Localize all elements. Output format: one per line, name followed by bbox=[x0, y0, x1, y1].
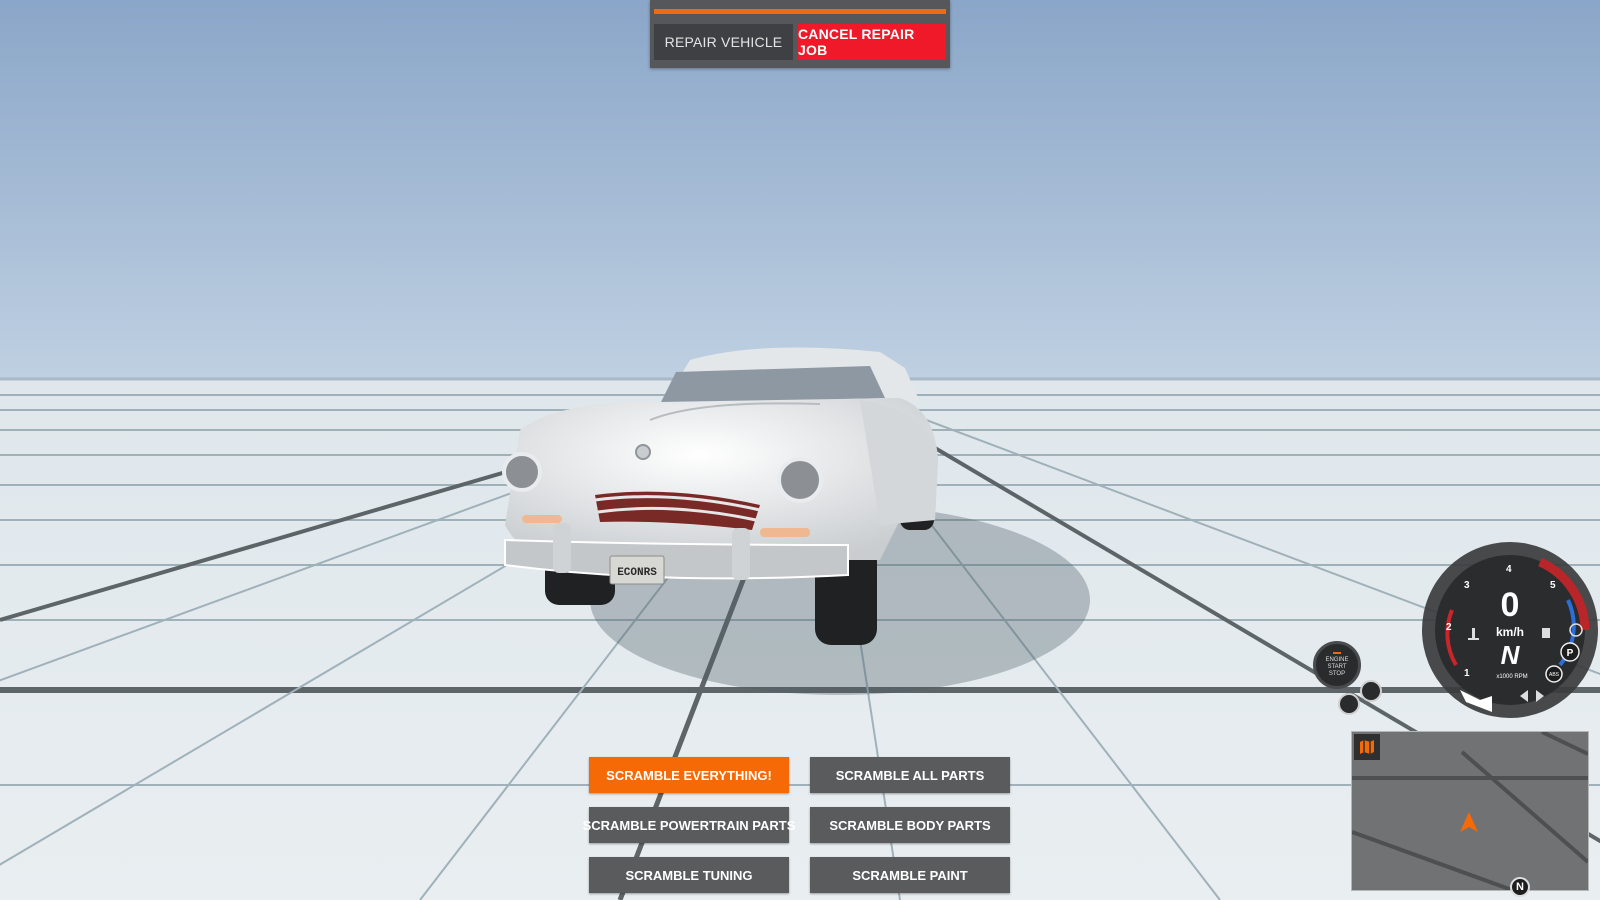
engine-label-3: STOP bbox=[1328, 671, 1346, 677]
speed-unit: km/h bbox=[1496, 625, 1524, 639]
rpm-unit: x1000 RPM bbox=[1496, 674, 1527, 680]
engine-indicator bbox=[1333, 652, 1341, 654]
minimap[interactable] bbox=[1351, 731, 1589, 891]
rpm-tick-2: 2 bbox=[1446, 622, 1452, 633]
repair-vehicle-button[interactable]: REPAIR VEHICLE bbox=[654, 24, 793, 60]
speed-readout: 0 bbox=[1501, 586, 1520, 624]
scramble-tuning-button[interactable]: SCRAMBLE TUNING bbox=[589, 857, 789, 893]
compass-north-badge: N bbox=[1510, 877, 1530, 897]
lock-icon[interactable] bbox=[1360, 680, 1382, 702]
gear-indicator: N bbox=[1501, 640, 1521, 670]
person-icon[interactable] bbox=[1338, 693, 1360, 715]
rpm-tick-3: 3 bbox=[1464, 580, 1470, 591]
engine-label-2: START bbox=[1327, 664, 1347, 670]
parking-brake-label: P bbox=[1567, 648, 1574, 659]
map-icon[interactable] bbox=[1354, 734, 1380, 760]
scramble-body-parts-button[interactable]: SCRAMBLE BODY PARTS bbox=[810, 807, 1010, 843]
fuel-icon bbox=[1542, 628, 1550, 638]
rpm-tick-5: 5 bbox=[1550, 580, 1556, 591]
scramble-powertrain-parts-button[interactable]: SCRAMBLE POWERTRAIN PARTS bbox=[583, 807, 795, 843]
abs-label: ABS bbox=[1549, 672, 1560, 678]
rpm-tick-1: 1 bbox=[1464, 668, 1470, 679]
repair-panel: REPAIR VEHICLE CANCEL REPAIR JOB bbox=[650, 0, 950, 68]
engine-label-1: ENGINE bbox=[1325, 657, 1349, 663]
scramble-all-parts-button[interactable]: SCRAMBLE ALL PARTS bbox=[810, 757, 1010, 793]
license-plate-text: ECONRS bbox=[617, 567, 657, 579]
repair-progress-fill bbox=[654, 9, 946, 14]
speedometer-gauge: 1 2 3 4 5 0 km/h N x1000 RPM P ABS bbox=[1422, 542, 1598, 718]
rpm-tick-4: 4 bbox=[1506, 564, 1512, 575]
engine-start-stop-button[interactable]: ENGINE START STOP bbox=[1313, 641, 1361, 689]
scramble-everything-button[interactable]: SCRAMBLE EVERYTHING! bbox=[589, 757, 789, 793]
scramble-paint-button[interactable]: SCRAMBLE PAINT bbox=[810, 857, 1010, 893]
repair-progress-bar bbox=[654, 9, 946, 14]
player-arrow-icon bbox=[1460, 812, 1478, 832]
cancel-repair-job-button[interactable]: CANCEL REPAIR JOB bbox=[798, 24, 946, 60]
minimap-roads bbox=[1352, 732, 1588, 890]
